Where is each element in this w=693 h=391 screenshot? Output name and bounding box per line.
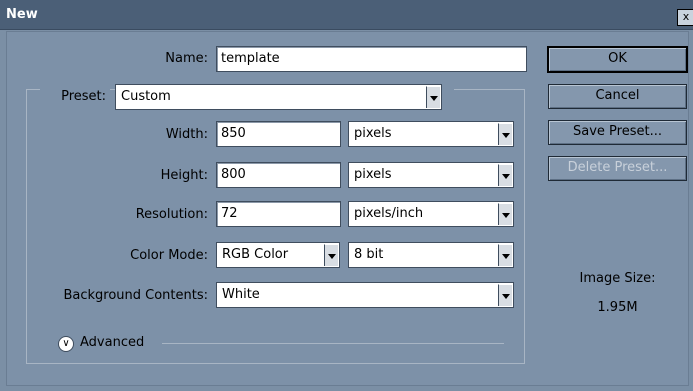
delete-preset-button[interactable]: Delete Preset... (548, 156, 687, 181)
preset-select[interactable]: Custom (115, 84, 442, 110)
close-icon: x (682, 10, 690, 23)
title-bar[interactable]: New x (0, 0, 693, 30)
width-input[interactable]: 850 (216, 121, 341, 147)
background-contents-select[interactable]: White (216, 282, 514, 308)
advanced-divider (162, 343, 504, 344)
name-label: Name: (165, 51, 208, 66)
image-size-label: Image Size: (579, 271, 656, 286)
preset-value: Custom (121, 89, 171, 104)
resolution-unit-value: pixels/inch (354, 206, 424, 221)
advanced-toggle-label[interactable]: Advanced (80, 335, 144, 350)
width-unit-value: pixels (354, 126, 392, 141)
preset-label: Preset: (40, 89, 110, 104)
resolution-input[interactable]: 72 (216, 201, 341, 227)
background-contents-value: White (222, 287, 260, 302)
background-contents-label: Background Contents: (63, 288, 208, 303)
chevron-down-icon[interactable] (498, 203, 512, 225)
width-unit-select[interactable]: pixels (348, 121, 514, 147)
color-mode-label: Color Mode: (130, 248, 208, 263)
chevron-down-icon[interactable] (498, 284, 512, 306)
new-document-dialog: New x Name: template Preset: Custom Widt… (0, 0, 693, 391)
chevron-down-icon[interactable] (426, 86, 440, 108)
name-input[interactable]: template (216, 46, 527, 72)
color-mode-select[interactable]: RGB Color (216, 242, 340, 268)
chevron-down-icon[interactable] (498, 123, 512, 145)
resolution-unit-select[interactable]: pixels/inch (348, 201, 514, 227)
save-preset-button[interactable]: Save Preset... (548, 120, 687, 145)
height-input[interactable]: 800 (216, 162, 341, 188)
width-label: Width: (165, 127, 208, 142)
bit-depth-select[interactable]: 8 bit (348, 242, 514, 268)
resolution-label: Resolution: (135, 207, 208, 222)
chevron-down-icon[interactable] (324, 244, 338, 266)
ok-button[interactable]: OK (548, 47, 687, 72)
chevron-down-icon[interactable] (498, 164, 512, 186)
bit-depth-value: 8 bit (354, 247, 384, 262)
height-unit-value: pixels (354, 167, 392, 182)
chevron-down-icon[interactable] (498, 244, 512, 266)
dialog-title: New (6, 7, 38, 22)
image-size-value: 1.95M (597, 300, 638, 315)
cancel-button[interactable]: Cancel (548, 84, 687, 109)
chevron-down-circle-icon[interactable]: ∨ (58, 336, 74, 352)
height-unit-select[interactable]: pixels (348, 162, 514, 188)
color-mode-value: RGB Color (222, 247, 289, 262)
close-button[interactable]: x (677, 9, 693, 26)
preset-frame-gap (442, 84, 454, 110)
height-label: Height: (160, 168, 208, 183)
